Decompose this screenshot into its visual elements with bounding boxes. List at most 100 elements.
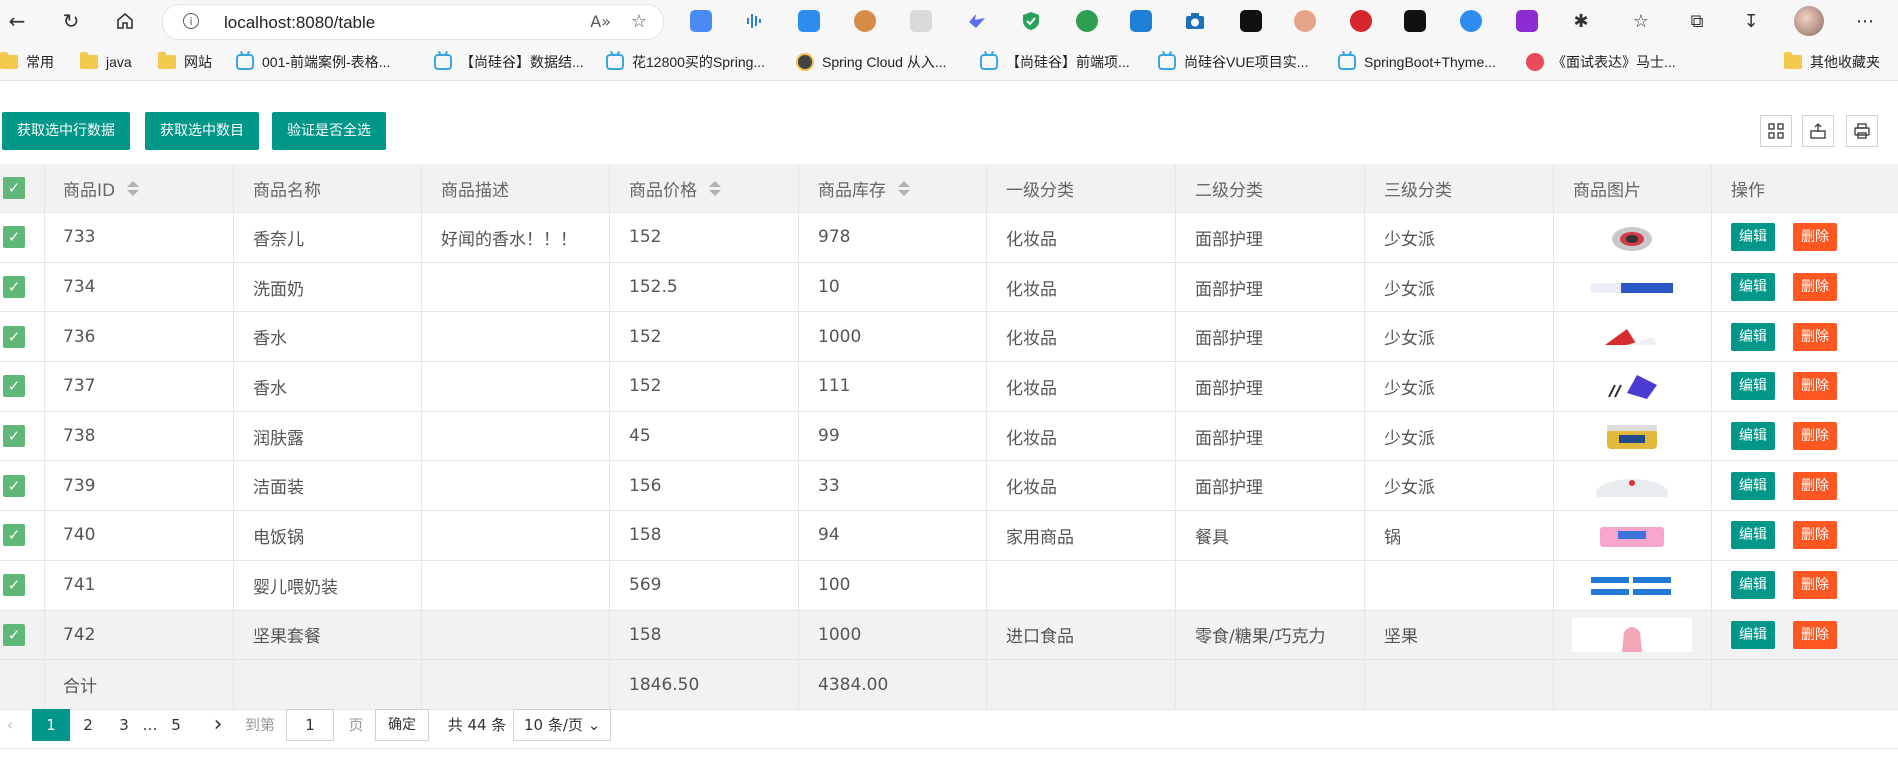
edit-button[interactable]: 编辑 [1731,322,1775,351]
goto-page-input[interactable]: 1 [286,709,334,741]
favorites-icon[interactable]: ☆ [1628,8,1654,34]
bookmark-item[interactable]: 《面试表达》马士... [1526,52,1676,72]
translate-extension-icon[interactable] [690,10,712,32]
print-icon[interactable] [1846,115,1878,147]
cloud-extension-icon[interactable] [1460,10,1482,32]
delete-button[interactable]: 删除 [1793,322,1837,351]
delete-button[interactable]: 删除 [1793,273,1837,302]
sort-icon[interactable] [709,180,721,196]
edit-button[interactable]: 编辑 [1731,422,1775,451]
sort-icon[interactable] [127,180,140,196]
delete-button[interactable]: 删除 [1793,223,1837,252]
add-favorite-icon[interactable]: ☆ [631,11,647,32]
goto-confirm-button[interactable]: 确定 [375,709,429,741]
table-row[interactable]: ✓ 736 香水 152 1000 化妆品 面部护理 少女派 编辑 删除 [0,312,1898,363]
note-extension-icon[interactable] [798,10,820,32]
collections-icon[interactable]: ⧉ [1684,8,1710,34]
delete-button[interactable]: 删除 [1793,372,1837,401]
edit-button[interactable]: 编辑 [1731,372,1775,401]
edit-button[interactable]: 编辑 [1731,273,1775,302]
delete-button[interactable]: 删除 [1793,422,1837,451]
s-extension-icon[interactable] [1130,10,1152,32]
bookmark-item[interactable]: 常用 [0,52,54,72]
edit-button[interactable]: 编辑 [1731,620,1775,649]
audio-extension-icon[interactable] [744,10,766,32]
col-header-id[interactable]: 商品ID [45,164,234,212]
select-all-checkbox[interactable]: ✓ [3,177,25,199]
reload-icon[interactable]: ↻ [58,8,84,34]
table-row[interactable]: ✓ 738 润肤露 45 99 化妆品 面部护理 少女派 编辑 删除 [0,411,1898,462]
next-page-icon[interactable]: › [206,709,230,741]
table-row[interactable]: ✓ 733 香奈儿 好闻的香水！！！ 152 978 化妆品 面部护理 少女派 编辑 删除 [0,213,1898,263]
select-all-cell[interactable]: ✓ [0,164,45,212]
other-bookmarks[interactable]: 其他收藏夹 [1784,52,1880,72]
delete-button[interactable]: 删除 [1793,620,1837,649]
table-row[interactable]: ✓ 740 电饭锅 158 94 家用商品 餐具锅 编辑 删除 [0,511,1898,561]
stop-extension-icon[interactable] [1350,10,1372,32]
screen-extension-icon[interactable] [910,10,932,32]
table-row[interactable]: ✓ 734 洗面奶 152.5 10 化妆品 面部护理 少女派 编辑 删除 [0,262,1898,313]
row-select-cell[interactable]: ✓ [0,411,45,461]
extensions-puzzle-icon[interactable]: ✱ [1568,8,1594,34]
get-selected-count-button[interactable]: 获取选中数目 [145,112,259,150]
row-select-cell[interactable]: ✓ [0,262,45,312]
edit-button[interactable]: 编辑 [1731,223,1775,252]
table-row[interactable]: ✓ 742 坚果套餐 158 1000 进口食品 零食/糖果/巧克力 坚果 编辑 删除 [0,610,1898,661]
row-select-cell[interactable]: ✓ [0,560,45,610]
row-checkbox[interactable]: ✓ [3,474,25,497]
row-checkbox[interactable]: ✓ [3,425,25,448]
bookmark-item[interactable]: java [80,52,132,72]
shield-extension-icon[interactable] [1020,10,1042,32]
page-button[interactable]: 5 [164,709,188,741]
rp-extension-icon[interactable] [1516,10,1538,32]
row-select-cell[interactable]: ✓ [0,461,45,511]
page-button[interactable]: 2 [76,709,100,741]
bookmark-item[interactable]: 尚硅谷VUE项目实... [1158,52,1308,72]
row-checkbox[interactable]: ✓ [3,325,25,348]
edit-button[interactable]: 编辑 [1731,471,1775,500]
bookmark-item[interactable]: 【尚硅谷】数据结... [434,52,584,72]
home-icon[interactable] [112,8,138,34]
page-button[interactable]: 3 [112,709,136,741]
bookmark-item[interactable]: Spring Cloud 从入... [796,52,947,72]
address-bar[interactable]: i localhost:8080/table A» ☆ [162,4,664,40]
sort-icon[interactable] [898,180,910,196]
more-menu-icon[interactable]: ⋯ [1852,8,1878,34]
url-text[interactable]: localhost:8080/table [224,13,375,33]
read-aloud-icon[interactable]: A» [590,12,611,31]
chat-extension-icon[interactable] [1076,10,1098,32]
row-select-cell[interactable]: ✓ [0,511,45,560]
col-header-stock[interactable]: 商品库存 [799,164,987,212]
col-header-price[interactable]: 商品价格 [610,164,799,212]
get-selected-rows-button[interactable]: 获取选中行数据 [2,112,130,150]
table-row[interactable]: ✓ 741 婴儿喂奶装 569 100 编辑 删除 [0,560,1898,611]
export-icon[interactable] [1802,115,1834,147]
edit-button[interactable]: 编辑 [1731,571,1775,600]
avatar-extension-icon[interactable] [1294,10,1316,32]
bookmark-item[interactable]: 001-前端案例-表格... [236,52,390,72]
bird-extension-icon[interactable] [966,10,988,32]
delete-button[interactable]: 删除 [1793,471,1837,500]
row-checkbox[interactable]: ✓ [3,375,25,398]
game-extension-icon[interactable] [1240,10,1262,32]
row-checkbox[interactable]: ✓ [3,226,25,249]
bookmark-item[interactable]: 网站 [158,52,212,72]
table-row[interactable]: ✓ 737 香水 152 111 化妆品 面部护理 少女派 编辑 删除 [0,362,1898,412]
profile-avatar[interactable] [1794,6,1824,36]
bookmark-item[interactable]: SpringBoot+Thyme... [1338,52,1496,72]
row-checkbox[interactable]: ✓ [3,524,25,547]
row-checkbox[interactable]: ✓ [3,276,25,299]
monkey-extension-icon[interactable] [854,10,876,32]
table-row[interactable]: ✓ 739 洁面装 156 33 化妆品 面部护理 少女派 编辑 删除 [0,461,1898,512]
downloads-icon[interactable]: ↧ [1738,8,1764,34]
edit-button[interactable]: 编辑 [1731,521,1775,550]
page-size-select[interactable]: 10 条/页 ⌄ [513,709,612,741]
row-checkbox[interactable]: ✓ [3,623,25,646]
delete-button[interactable]: 删除 [1793,571,1837,600]
delete-button[interactable]: 删除 [1793,521,1837,550]
row-select-cell[interactable]: ✓ [0,312,45,362]
prev-page-icon[interactable]: ‹ [0,709,20,741]
page-button-current[interactable]: 1 [32,709,70,741]
l-extension-icon[interactable] [1404,10,1426,32]
bookmark-item[interactable]: 花12800买的Spring... [606,52,765,72]
